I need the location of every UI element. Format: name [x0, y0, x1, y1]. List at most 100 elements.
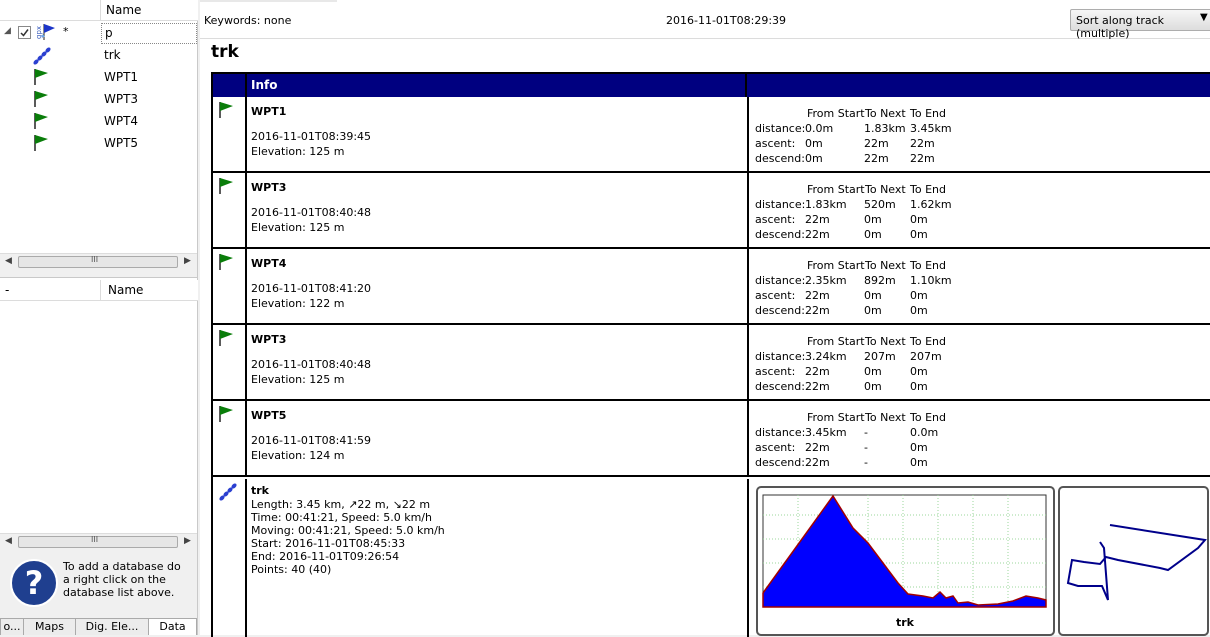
tree-item-wpt3[interactable]: WPT3: [0, 88, 197, 110]
stat-header: To End: [910, 335, 946, 348]
distance-value: -: [864, 426, 868, 439]
ascent-value: 0m: [910, 365, 928, 378]
track-icon: [218, 483, 238, 504]
project-modified-marker: *: [63, 25, 69, 38]
track-row[interactable]: trk Length: 3.45 km, ↗22 m, ↘22 m Time: …: [213, 479, 1210, 637]
tree-item-label: WPT3: [104, 92, 139, 106]
stat-header: From Start: [807, 107, 865, 120]
tree-header-name[interactable]: Name: [100, 0, 198, 21]
descend-value: 22m: [805, 380, 830, 393]
stat-label: ascent:: [755, 137, 796, 150]
timestamp-label: 2016-11-01T08:29:39: [666, 14, 787, 27]
stat-label: distance:: [755, 350, 806, 363]
scroll-left-icon[interactable]: ◀: [5, 536, 12, 546]
descend-value: 22m: [910, 152, 935, 165]
scrollbar-thumb[interactable]: III: [18, 535, 178, 548]
project-checkbox[interactable]: [18, 26, 31, 39]
ascent-value: 22m: [805, 441, 830, 454]
stat-label: distance:: [755, 198, 806, 211]
elevation-profile[interactable]: trk: [756, 486, 1055, 636]
stat-label: ascent:: [755, 289, 796, 302]
tree-item-wpt4[interactable]: WPT4: [0, 110, 197, 132]
table-row[interactable]: WPT3 2016-11-01T08:40:48 Elevation: 125 m F…: [213, 325, 1210, 401]
descend-value: 0m: [910, 456, 928, 469]
tab-dig-elevation[interactable]: Dig. Ele...: [75, 618, 149, 635]
tree-item-trk[interactable]: trk: [0, 44, 197, 66]
tab-overview[interactable]: o...: [0, 618, 24, 635]
database-list[interactable]: - Name ◀ III ▶: [0, 277, 198, 550]
row-stats-cell: From Start To Next To End distance: 3.24km 20…: [749, 325, 1210, 399]
descend-value: 0m: [864, 304, 882, 317]
table-row[interactable]: WPT3 2016-11-01T08:40:48 Elevation: 125 m F…: [213, 173, 1210, 249]
stat-label: distance:: [755, 274, 806, 287]
project-tree: Name ◢ gpx * p trk WPT1 WPT3 WPT4 WPT5 ◀…: [0, 0, 198, 270]
row-info-cell: WPT5 2016-11-01T08:41:59 Elevation: 124 m: [247, 401, 749, 475]
ascent-value: 22m: [805, 365, 830, 378]
waypoint-name[interactable]: WPT3: [251, 333, 286, 346]
waypoint-name[interactable]: WPT5: [251, 409, 286, 422]
table-row[interactable]: WPT4 2016-11-01T08:41:20 Elevation: 122 m F…: [213, 249, 1210, 325]
ascent-value: 0m: [864, 289, 882, 302]
tree-horizontal-scrollbar[interactable]: ◀ III ▶: [0, 253, 197, 270]
flag-icon: [218, 177, 234, 198]
keywords-label[interactable]: Keywords: none: [204, 14, 291, 27]
table-row[interactable]: WPT1 2016-11-01T08:39:45 Elevation: 125 m F…: [213, 97, 1210, 173]
track-name[interactable]: trk: [251, 484, 269, 497]
row-icon-cell: [213, 249, 247, 323]
descend-value: 22m: [805, 456, 830, 469]
track-map-preview[interactable]: [1058, 486, 1209, 636]
collapse-arrow-icon[interactable]: ◢: [4, 26, 11, 36]
scrollbar-grip: III: [91, 535, 99, 544]
ascent-value: 0m: [910, 213, 928, 226]
distance-value: 520m: [864, 198, 896, 211]
help-box: ? To add a database do a right click on …: [0, 552, 197, 618]
stat-label: distance:: [755, 122, 806, 135]
track-graphs-cell: trk: [749, 479, 1210, 637]
waypoint-elevation: Elevation: 124 m: [251, 449, 345, 462]
row-info-cell: WPT3 2016-11-01T08:40:48 Elevation: 125 m: [247, 173, 749, 247]
row-info-cell: WPT3 2016-11-01T08:40:48 Elevation: 125 m: [247, 325, 749, 399]
flag-icon: [33, 90, 49, 108]
ascent-value: 0m: [864, 365, 882, 378]
row-icon-cell: [213, 97, 247, 171]
db-header-dash[interactable]: -: [0, 280, 100, 301]
tree-item-project[interactable]: ◢ gpx * p: [0, 22, 197, 44]
tree-item-wpt1[interactable]: WPT1: [0, 66, 197, 88]
track-info-cell: trk Length: 3.45 km, ↗22 m, ↘22 m Time: …: [247, 479, 749, 637]
row-stats-cell: From Start To Next To End distance: 0.0m 1.83…: [749, 97, 1210, 171]
bottom-tab-bar: o... Maps Dig. Ele... Data: [0, 618, 197, 635]
tree-item-wpt5[interactable]: WPT5: [0, 132, 197, 154]
waypoint-name[interactable]: WPT4: [251, 257, 286, 270]
scrollbar-thumb[interactable]: III: [18, 255, 178, 268]
descend-value: 0m: [864, 380, 882, 393]
checkmark-icon: [20, 29, 29, 37]
waypoint-elevation: Elevation: 125 m: [251, 221, 345, 234]
tab-data[interactable]: Data: [148, 618, 197, 635]
stat-label: descend:: [755, 304, 805, 317]
stat-label: ascent:: [755, 441, 796, 454]
db-header-name[interactable]: Name: [100, 280, 198, 301]
waypoint-name[interactable]: WPT3: [251, 181, 286, 194]
ascent-value: 22m: [864, 137, 889, 150]
row-stats-cell: From Start To Next To End distance: 1.83km 52…: [749, 173, 1210, 247]
waypoint-time: 2016-11-01T08:39:45: [251, 130, 372, 143]
distance-value: 0.0m: [805, 122, 834, 135]
stat-header: To End: [910, 411, 946, 424]
waypoint-elevation: Elevation: 122 m: [251, 297, 345, 310]
tab-maps[interactable]: Maps: [23, 618, 76, 635]
waypoint-name[interactable]: WPT1: [251, 105, 286, 118]
descend-value: 0m: [910, 228, 928, 241]
scroll-left-icon[interactable]: ◀: [5, 256, 12, 266]
stat-header: To End: [910, 183, 946, 196]
scroll-right-icon[interactable]: ▶: [184, 536, 191, 546]
project-name-cell[interactable]: p: [101, 23, 197, 44]
project-icon: gpx: [33, 23, 59, 41]
flag-icon: [218, 329, 234, 350]
db-header-dash-label: -: [5, 283, 10, 297]
table-row[interactable]: WPT5 2016-11-01T08:41:59 Elevation: 124 m F…: [213, 401, 1210, 477]
scrollbar-grip: III: [91, 255, 99, 264]
row-icon-cell: [213, 401, 247, 475]
db-horizontal-scrollbar[interactable]: ◀ III ▶: [0, 533, 197, 550]
sort-select[interactable]: Sort along track (multiple) ▼: [1070, 9, 1210, 40]
scroll-right-icon[interactable]: ▶: [184, 256, 191, 266]
